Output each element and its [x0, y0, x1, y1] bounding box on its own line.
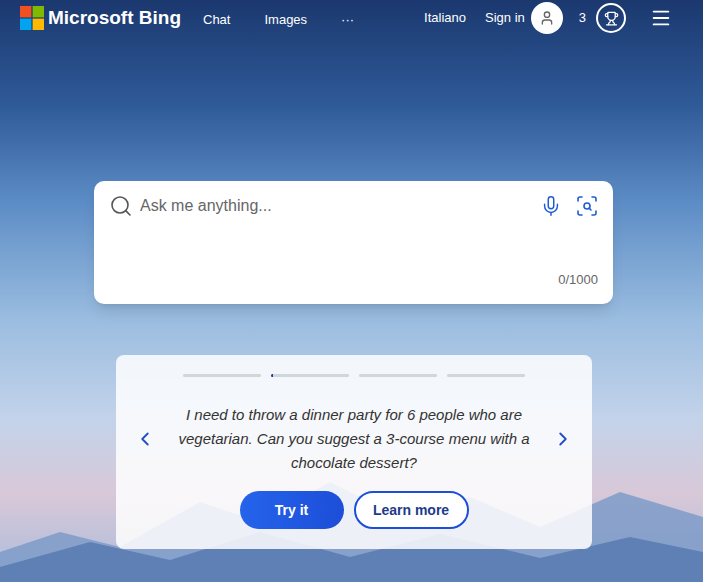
next-icon[interactable] [552, 428, 574, 450]
carousel-indicators [183, 374, 525, 377]
logo[interactable]: Microsoft Bing [20, 4, 181, 33]
avatar[interactable] [531, 2, 563, 34]
trophy-icon [604, 11, 619, 26]
carousel-indicator[interactable] [447, 374, 525, 377]
visual-search-icon[interactable] [575, 194, 599, 218]
language-link[interactable]: Italiano [424, 8, 466, 28]
search-input[interactable] [140, 194, 530, 218]
menu-icon[interactable] [650, 7, 672, 29]
nav-item[interactable]: ··· [341, 10, 354, 30]
character-counter: 0/1000 [558, 270, 613, 305]
learn-more-button[interactable]: Learn more [354, 491, 469, 529]
search-box: 0/1000 [94, 181, 613, 304]
logo-text[interactable]: Microsoft Bing [48, 4, 181, 33]
nav: Chat Images ··· [203, 10, 354, 30]
top-bar: Microsoft Bing Chat Images ··· Italiano Sign … [0, 0, 703, 36]
previous-icon[interactable] [134, 428, 156, 450]
sign-in-link[interactable]: Sign in [485, 8, 525, 28]
suggestion-card: I need to throw a dinner party for 6 peo… [116, 355, 592, 549]
try-it-button[interactable]: Try it [240, 491, 344, 529]
carousel-indicator[interactable] [183, 374, 261, 377]
suggestion-prompt: I need to throw a dinner party for 6 peo… [169, 403, 539, 475]
search-icon [109, 194, 133, 218]
nav-item[interactable]: Chat [203, 10, 230, 30]
carousel-indicator[interactable] [359, 374, 437, 377]
rewards-count[interactable]: 3 [579, 8, 586, 28]
microsoft-logo-icon [20, 6, 44, 30]
nav-item[interactable]: Images [264, 10, 307, 30]
bing-home-page: Microsoft Bing Chat Images ··· Italiano Sign … [0, 0, 703, 582]
card-buttons: Try it Learn more [240, 491, 469, 529]
carousel-indicator[interactable] [271, 374, 349, 377]
microphone-icon[interactable] [540, 195, 562, 217]
rewards-button[interactable] [596, 3, 626, 33]
person-icon [539, 10, 555, 26]
header-right: Italiano Sign in 3 [424, 2, 672, 34]
